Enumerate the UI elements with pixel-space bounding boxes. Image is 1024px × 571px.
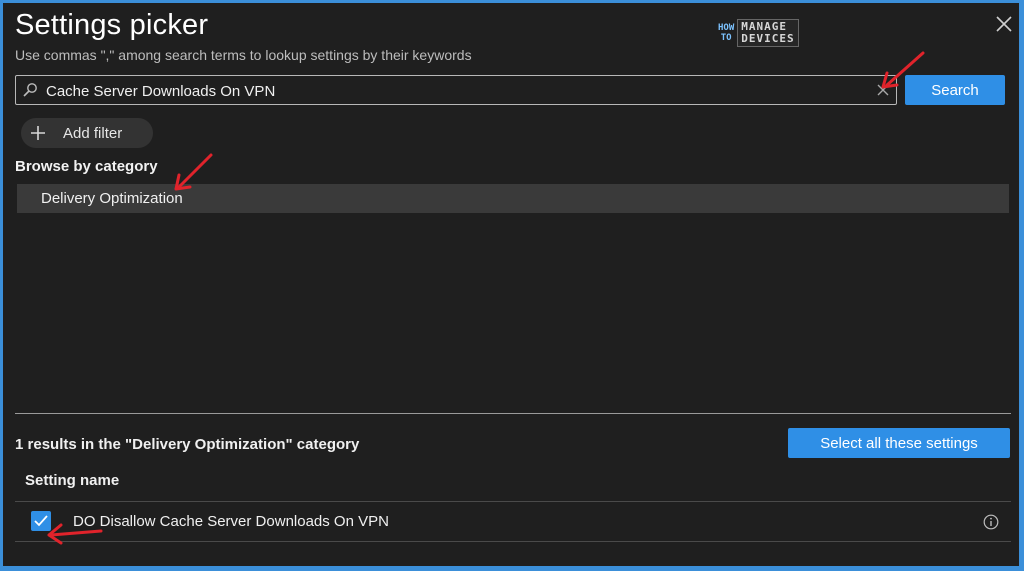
add-filter-label: Add filter	[63, 124, 123, 142]
browse-by-category-heading: Browse by category	[15, 158, 158, 175]
table-row: DO Disallow Cache Server Downloads On VP…	[15, 503, 1011, 540]
info-icon[interactable]	[983, 514, 999, 530]
page-subtitle: Use commas "," among search terms to loo…	[15, 47, 472, 63]
howtomanagedevices-logo: HOW TO MANAGE DEVICES	[718, 19, 799, 47]
checkmark-icon	[34, 515, 48, 527]
category-label: Delivery Optimization	[41, 190, 183, 207]
page-title: Settings picker	[15, 9, 209, 41]
setting-checkbox[interactable]	[31, 511, 51, 531]
close-icon[interactable]	[993, 13, 1015, 35]
search-input[interactable]	[44, 78, 868, 104]
search-box	[15, 75, 897, 105]
row-separator	[15, 541, 1011, 542]
search-button[interactable]: Search	[905, 75, 1005, 105]
results-summary: 1 results in the "Delivery Optimization"…	[15, 436, 360, 453]
search-icon	[23, 83, 37, 97]
setting-name: DO Disallow Cache Server Downloads On VP…	[73, 513, 389, 530]
category-item-delivery-optimization[interactable]: Delivery Optimization	[17, 184, 1009, 213]
clear-search-icon[interactable]	[876, 83, 890, 97]
row-separator	[15, 501, 1011, 502]
select-all-settings-button[interactable]: Select all these settings	[788, 428, 1010, 458]
column-header-setting-name: Setting name	[25, 472, 120, 489]
add-filter-button[interactable]: Add filter	[21, 118, 153, 148]
divider	[15, 413, 1011, 414]
plus-icon	[31, 126, 45, 140]
settings-picker-panel: Settings picker Use commas "," among sea…	[3, 3, 1019, 566]
